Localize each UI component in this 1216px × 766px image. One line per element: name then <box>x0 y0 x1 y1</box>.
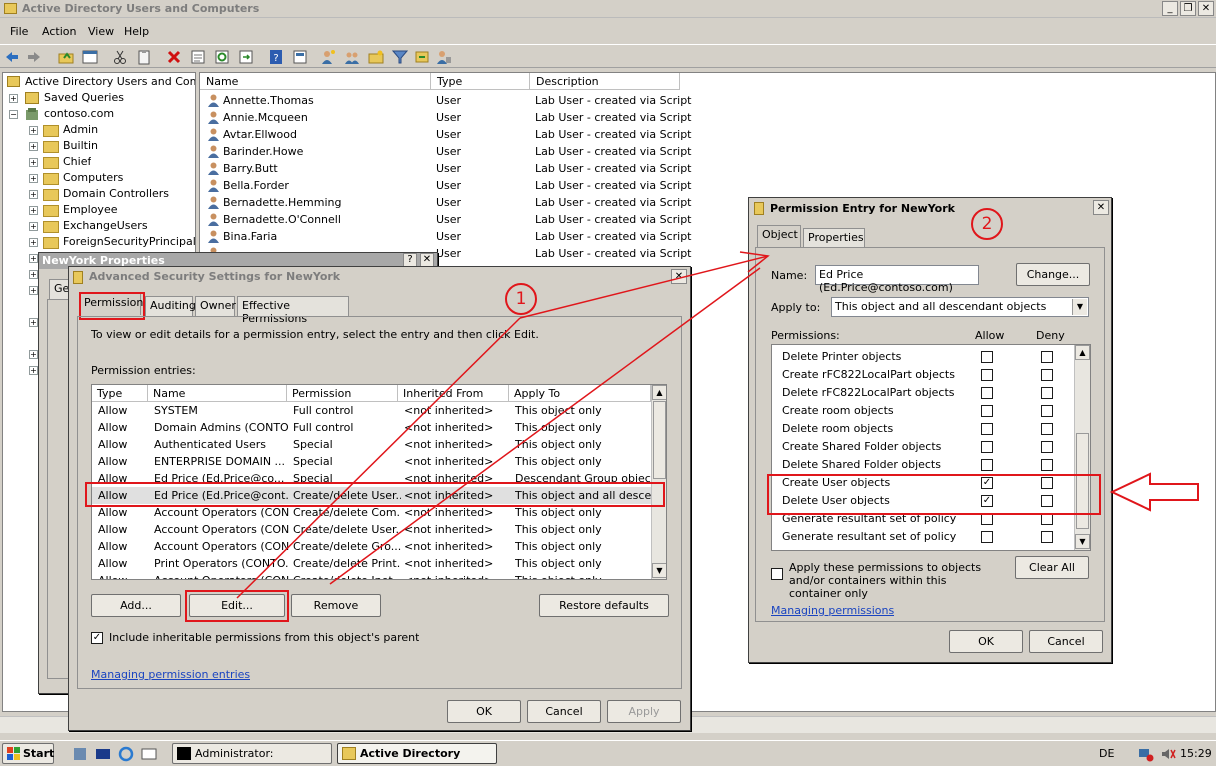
annotation-arrows <box>236 251 1199 599</box>
task-label: Administrator: Command... <box>195 747 274 760</box>
start-label: Start <box>23 747 55 760</box>
annotation-line <box>236 317 521 599</box>
windows-logo-icon <box>7 747 20 760</box>
taskbar-item-aduc[interactable]: Active Directory User... <box>337 743 497 764</box>
task-label: Active Directory User... <box>360 747 461 760</box>
language-indicator[interactable]: DE <box>1099 747 1114 760</box>
network-icon[interactable] <box>1138 746 1154 762</box>
aduc-icon <box>342 747 356 760</box>
hollow-arrow-icon <box>1109 472 1199 512</box>
cmd-icon <box>177 747 191 760</box>
annotation-line <box>329 267 761 585</box>
annotation-line <box>519 255 769 319</box>
speaker-icon[interactable] <box>1160 746 1176 762</box>
server-manager-icon[interactable] <box>72 746 88 762</box>
taskbar: Start Administrator: Command... Active D… <box>0 740 1216 766</box>
explorer-icon[interactable] <box>141 746 157 762</box>
powershell-icon[interactable] <box>95 746 111 762</box>
internet-explorer-icon[interactable] <box>118 746 134 762</box>
taskbar-item-command[interactable]: Administrator: Command... <box>172 743 332 764</box>
clock: 15:29 <box>1180 747 1212 760</box>
start-button[interactable]: Start <box>2 743 54 764</box>
